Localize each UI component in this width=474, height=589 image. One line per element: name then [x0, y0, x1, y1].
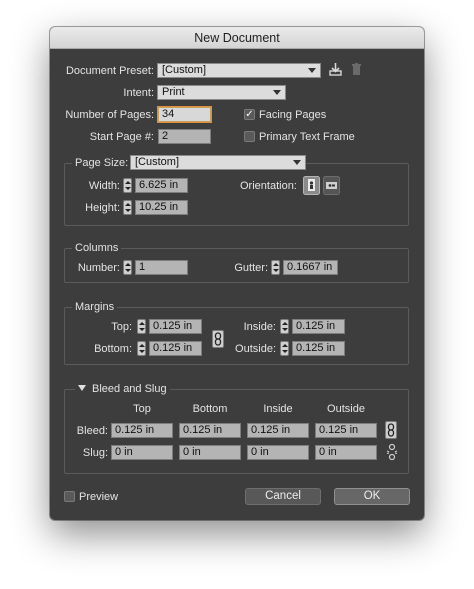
- page-size-value: [Custom]: [135, 156, 180, 168]
- intent-dropdown[interactable]: Print: [157, 85, 286, 100]
- columns-number-stepper[interactable]: [123, 260, 132, 275]
- width-label: Width:: [88, 180, 120, 192]
- facing-pages-checkbox[interactable]: ✓: [244, 109, 255, 120]
- chevron-down-icon: [293, 160, 301, 165]
- columns-number-label: Number:: [77, 262, 120, 274]
- margins-group: [64, 307, 409, 365]
- intent-value: Print: [162, 86, 185, 98]
- margin-top-input[interactable]: 0.125 in: [149, 319, 202, 334]
- trash-icon[interactable]: [350, 62, 363, 77]
- slug-outside-input[interactable]: 0 in: [315, 445, 377, 460]
- primary-text-frame-checkbox[interactable]: [244, 131, 255, 142]
- page-size-group: [64, 163, 409, 226]
- margins-legend: Margins: [72, 300, 118, 314]
- slug-top-input[interactable]: 0 in: [111, 445, 173, 460]
- download-icon[interactable]: [328, 62, 343, 77]
- margin-outside-input[interactable]: 0.125 in: [292, 341, 345, 356]
- facing-pages-label: Facing Pages: [259, 109, 327, 121]
- margin-inside-label: Inside:: [243, 321, 276, 333]
- height-input[interactable]: 10.25 in: [135, 200, 188, 215]
- chain-link-icon[interactable]: [385, 421, 397, 439]
- page-size-label: Page Size:: [72, 156, 132, 170]
- chevron-down-icon: [273, 90, 281, 95]
- slug-bottom-input[interactable]: 0 in: [179, 445, 241, 460]
- cancel-button[interactable]: Cancel: [245, 488, 321, 505]
- height-label: Height:: [85, 202, 120, 214]
- number-of-pages-label: Number of Pages:: [65, 109, 154, 121]
- bleed-inside-input[interactable]: 0.125 in: [247, 423, 309, 438]
- broken-chain-icon[interactable]: [386, 443, 398, 461]
- margin-bottom-stepper[interactable]: [137, 341, 146, 356]
- landscape-orientation-icon[interactable]: [323, 176, 340, 195]
- orientation-label: Orientation:: [240, 180, 297, 192]
- margin-top-stepper[interactable]: [137, 319, 146, 334]
- triangle-down-icon: [78, 385, 86, 391]
- gutter-label: Gutter:: [234, 262, 268, 274]
- start-page-label: Start Page #:: [89, 131, 154, 143]
- height-stepper[interactable]: [123, 200, 132, 215]
- chain-link-icon[interactable]: [212, 330, 224, 348]
- margin-bottom-input[interactable]: 0.125 in: [149, 341, 202, 356]
- number-of-pages-input[interactable]: 34: [158, 107, 211, 122]
- portrait-orientation-icon[interactable]: [303, 176, 320, 195]
- bleed-label: Bleed:: [76, 425, 108, 437]
- margin-inside-stepper[interactable]: [280, 319, 289, 334]
- width-input[interactable]: 6.625 in: [135, 178, 188, 193]
- primary-text-frame-label: Primary Text Frame: [259, 131, 355, 143]
- columns-legend: Columns: [72, 241, 122, 255]
- margin-outside-label: Outside:: [235, 343, 276, 355]
- margin-inside-input[interactable]: 0.125 in: [292, 319, 345, 334]
- slug-label: Slug:: [82, 447, 108, 459]
- bleed-chain-glyph: [387, 423, 395, 437]
- document-preset-label: Document Preset:: [65, 65, 154, 77]
- gutter-stepper[interactable]: [271, 260, 280, 275]
- bleed-top-input[interactable]: 0.125 in: [111, 423, 173, 438]
- margin-top-label: Top:: [111, 321, 132, 333]
- slug-inside-input[interactable]: 0 in: [247, 445, 309, 460]
- chevron-down-icon: [308, 68, 316, 73]
- bleed-header-inside: Inside: [263, 403, 293, 415]
- preview-checkbox[interactable]: [64, 491, 75, 502]
- document-preset-value: [Custom]: [162, 64, 207, 76]
- bleed-header-top: Top: [133, 403, 151, 415]
- new-document-dialog: New Document Document Preset: [Custom] I…: [50, 27, 424, 520]
- chain-link-glyph: [214, 332, 222, 346]
- document-preset-dropdown[interactable]: [Custom]: [157, 63, 321, 78]
- preview-label: Preview: [79, 491, 119, 503]
- bleed-slug-legend[interactable]: Bleed and Slug: [75, 382, 170, 396]
- intent-label: Intent:: [123, 87, 154, 99]
- start-page-input[interactable]: 2: [158, 129, 211, 144]
- bleed-header-outside: Outside: [327, 403, 365, 415]
- bleed-header-bottom: Bottom: [192, 403, 228, 415]
- bleed-slug-label: Bleed and Slug: [92, 383, 167, 395]
- gutter-input[interactable]: 0.1667 in: [283, 260, 338, 275]
- bleed-bottom-input[interactable]: 0.125 in: [179, 423, 241, 438]
- columns-number-input[interactable]: 1: [135, 260, 188, 275]
- window-title: New Document: [50, 27, 424, 49]
- ok-button[interactable]: OK: [334, 488, 410, 505]
- width-stepper[interactable]: [123, 178, 132, 193]
- bleed-outside-input[interactable]: 0.125 in: [315, 423, 377, 438]
- margin-bottom-label: Bottom:: [94, 343, 132, 355]
- page-size-dropdown[interactable]: [Custom]: [130, 155, 306, 170]
- margin-outside-stepper[interactable]: [280, 341, 289, 356]
